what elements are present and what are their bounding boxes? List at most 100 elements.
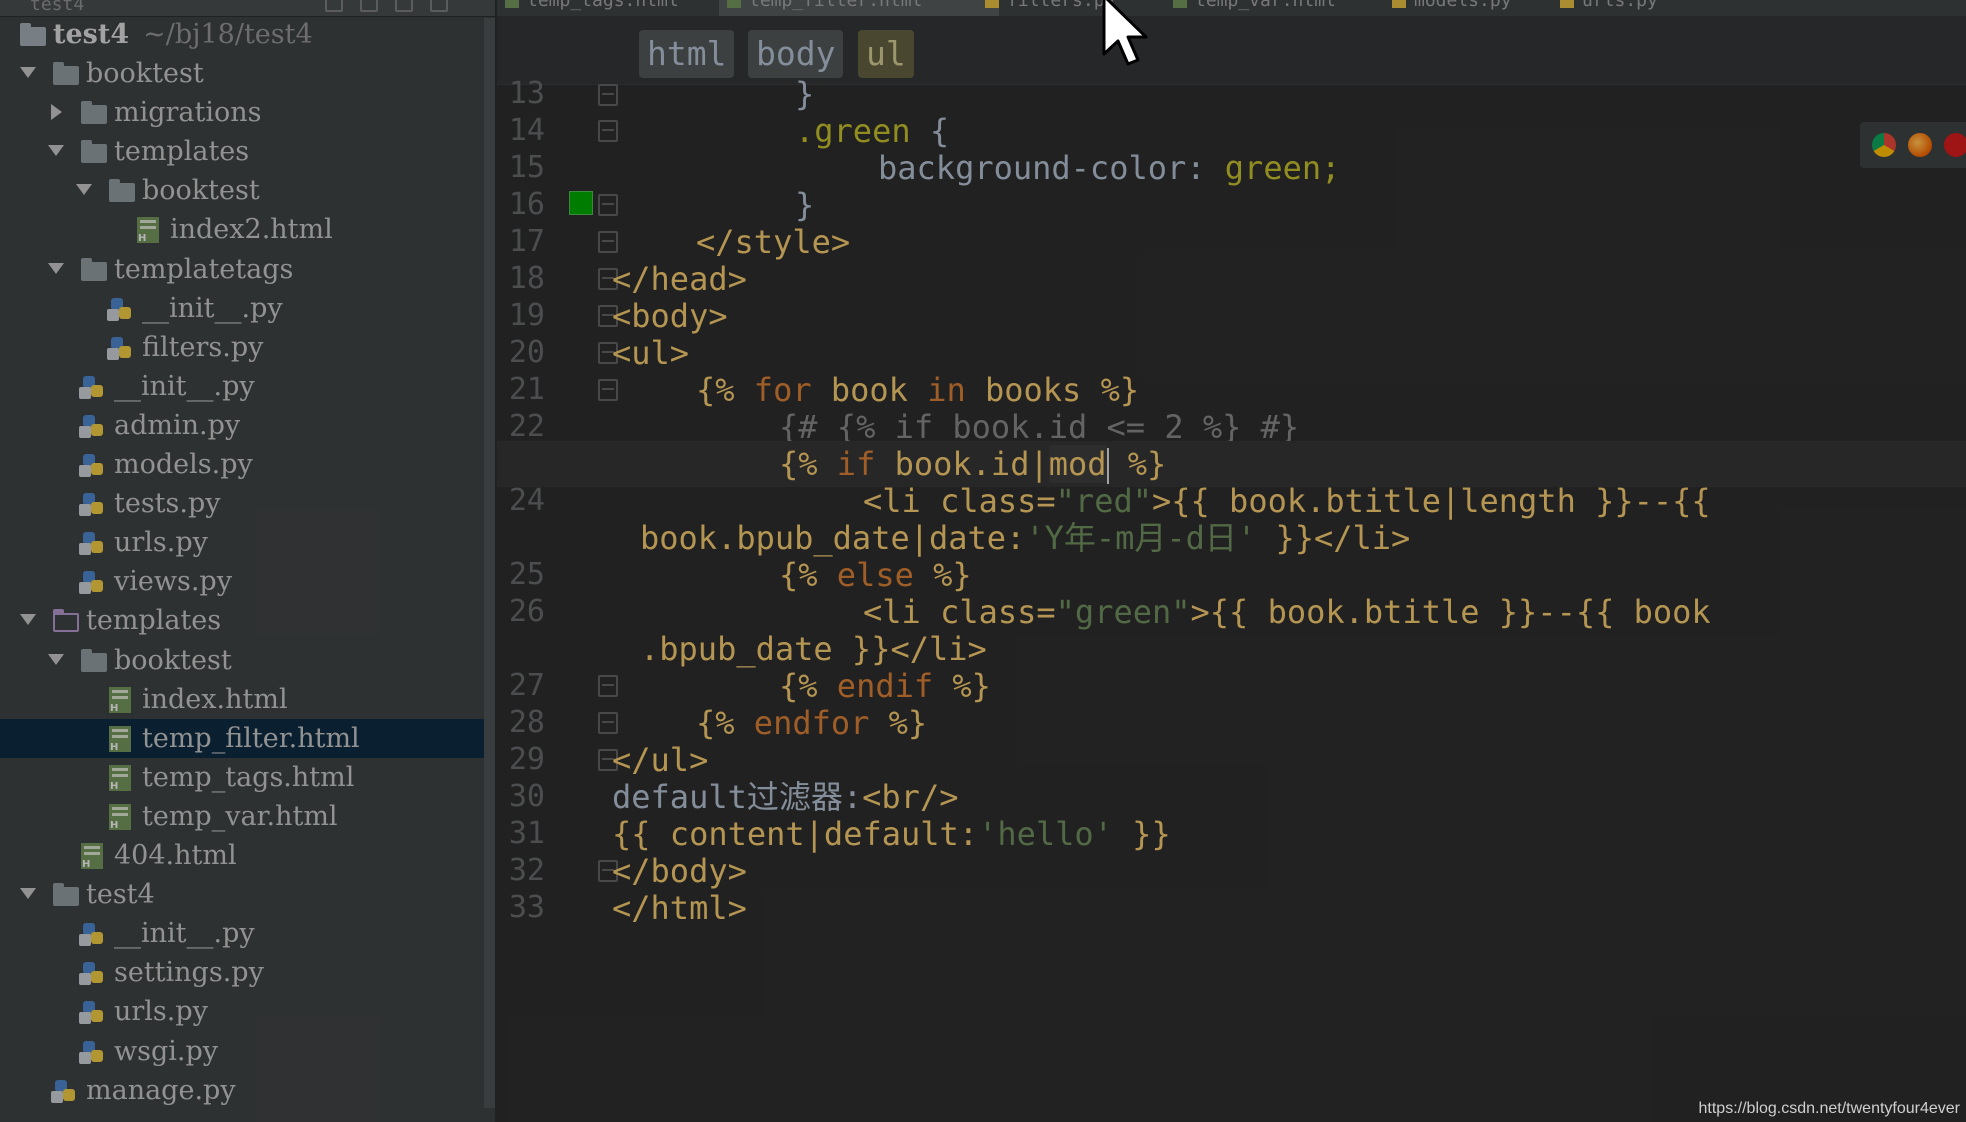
chevron-down-icon[interactable] (48, 653, 64, 665)
tree-item-label: test4 (86, 879, 155, 911)
editor-tab-label: temp_filter.html (749, 0, 923, 11)
folder-icon (53, 62, 79, 85)
file-badge-icon (51, 1090, 63, 1103)
code-area[interactable]: } .green { background-color: green; } </… (497, 75, 1966, 1122)
tree-item[interactable]: migrations (0, 93, 484, 132)
python-file-icon (79, 453, 105, 477)
tree-item[interactable]: index2.html (0, 210, 484, 249)
chevron-down-icon[interactable] (48, 262, 64, 274)
file-badge-icon (79, 386, 91, 399)
tree-item[interactable]: __init__.py (0, 367, 484, 406)
color-swatch-icon[interactable] (569, 191, 593, 215)
breadcrumb: html body ul (497, 16, 1966, 85)
tree-item-label: temp_filter.html (142, 722, 360, 754)
file-badge-icon (79, 425, 91, 438)
folder-icon (81, 648, 107, 672)
html-file-icon (505, 0, 519, 8)
tree-item-label: templates (86, 605, 222, 637)
chevron-down-icon[interactable] (76, 184, 92, 196)
python-file-icon (79, 570, 105, 595)
tree-item-label: tests.py (114, 488, 221, 520)
settings-icon[interactable] (395, 0, 413, 12)
tree-item-label: wsgi.py (114, 1035, 219, 1067)
editor-tab[interactable]: models.py (1384, 0, 1574, 16)
tree-item[interactable]: templates (0, 601, 484, 640)
opera-icon[interactable] (1944, 133, 1966, 157)
tree-item[interactable]: views.py (0, 562, 484, 601)
tree-item-label: settings.py (114, 957, 264, 989)
tree-item[interactable]: settings.py (0, 953, 484, 992)
tree-item-label: __init__.py (114, 918, 255, 950)
tree-item-label: __init__.py (114, 370, 255, 402)
tree-item-label: booktest (142, 175, 260, 207)
editor-tab-label: temp_tags.html (527, 0, 679, 11)
file-badge-icon (107, 308, 119, 321)
tree-item[interactable]: tests.py (0, 484, 484, 523)
chevron-down-icon[interactable] (20, 67, 36, 78)
file-badge-icon (107, 347, 119, 360)
tree-item[interactable]: test4 (0, 875, 484, 914)
tree-item[interactable]: wsgi.py (0, 1032, 484, 1071)
editor-gutter: 1314151617181920212223242526272829303132… (497, 76, 618, 1122)
collapse-all-icon[interactable] (325, 0, 343, 12)
html-file-icon (109, 686, 131, 714)
tree-item[interactable]: booktest (0, 54, 484, 93)
editor-tab[interactable]: urls.py (1552, 0, 1782, 16)
folder-icon (109, 179, 135, 203)
folder-icon (81, 140, 107, 164)
folder-icon (20, 23, 46, 46)
html-file-icon (109, 764, 131, 792)
tree-item[interactable]: index.html (0, 680, 484, 719)
tree-item[interactable]: temp_filter.html (0, 718, 484, 758)
hide-panel-icon[interactable] (430, 0, 448, 12)
mouse-pointer-icon (1102, 0, 1148, 66)
tree-item[interactable]: filters.py (0, 328, 484, 367)
folder-icon (81, 257, 107, 281)
tree-item[interactable]: urls.py (0, 523, 484, 562)
file-badge-icon (79, 934, 91, 947)
tree-item[interactable]: temp_var.html (0, 797, 484, 836)
tree-item-label: models.py (114, 449, 253, 480)
python-file-icon (79, 1040, 105, 1064)
tree-root-test4[interactable]: test4 ~/bj18/test4 (0, 15, 484, 54)
tree-item[interactable]: __init__.py (0, 914, 484, 953)
chevron-down-icon[interactable] (20, 888, 36, 900)
tree-item[interactable]: manage.py (0, 1071, 484, 1110)
code-line-26: <li class="green">{{ book.btitle }}--{{ … (863, 593, 1711, 631)
breadcrumb-ul[interactable]: ul (858, 30, 914, 78)
tree-item-label: manage.py (86, 1074, 236, 1106)
tree-item[interactable]: templates (0, 132, 484, 171)
tree-item[interactable]: booktest (0, 171, 484, 210)
file-badge-icon (79, 582, 91, 595)
chevron-down-icon[interactable] (48, 145, 64, 157)
code-line-28: {% endfor %} (696, 704, 928, 742)
chevron-down-icon[interactable] (20, 614, 36, 626)
tree-item[interactable]: urls.py (0, 992, 484, 1031)
editor-tab[interactable]: temp_tags.html (497, 0, 742, 16)
project-panel-scrollbar[interactable] (484, 18, 495, 1108)
chevron-right-icon[interactable] (51, 104, 62, 121)
breadcrumb-html[interactable]: html (639, 30, 735, 78)
scroll-from-source-icon[interactable] (360, 0, 378, 12)
python-file-icon (1392, 0, 1406, 8)
watermark: https://blog.csdn.net/twentyfour4ever (1698, 1100, 1960, 1117)
tree-item[interactable]: temp_tags.html (0, 758, 484, 797)
editor-tab[interactable]: temp_var.html (1165, 0, 1405, 16)
code-line-24-wrap: book.bpub_date|date:'Y年-m月-d日' }}</li> (640, 519, 1411, 557)
browser-preview-bar (1860, 122, 1966, 168)
tree-item[interactable]: models.py (0, 445, 484, 484)
tree-item[interactable]: booktest (0, 641, 484, 680)
tree-item[interactable]: templatetags (0, 250, 484, 289)
firefox-icon[interactable] (1908, 133, 1932, 157)
html-file-icon (727, 0, 741, 8)
tree-item[interactable]: __init__.py (0, 289, 484, 328)
tree-item-label: migrations (114, 97, 262, 129)
python-file-icon (79, 492, 105, 517)
chrome-icon[interactable] (1872, 133, 1896, 157)
tree-item[interactable]: admin.py (0, 406, 484, 445)
tree-item[interactable]: 404.html (0, 836, 484, 875)
tree-item-label: urls.py (114, 996, 208, 1028)
html-file-icon (109, 803, 131, 831)
editor-tab[interactable]: temp_filter.html (719, 0, 999, 16)
python-file-icon (79, 961, 105, 986)
